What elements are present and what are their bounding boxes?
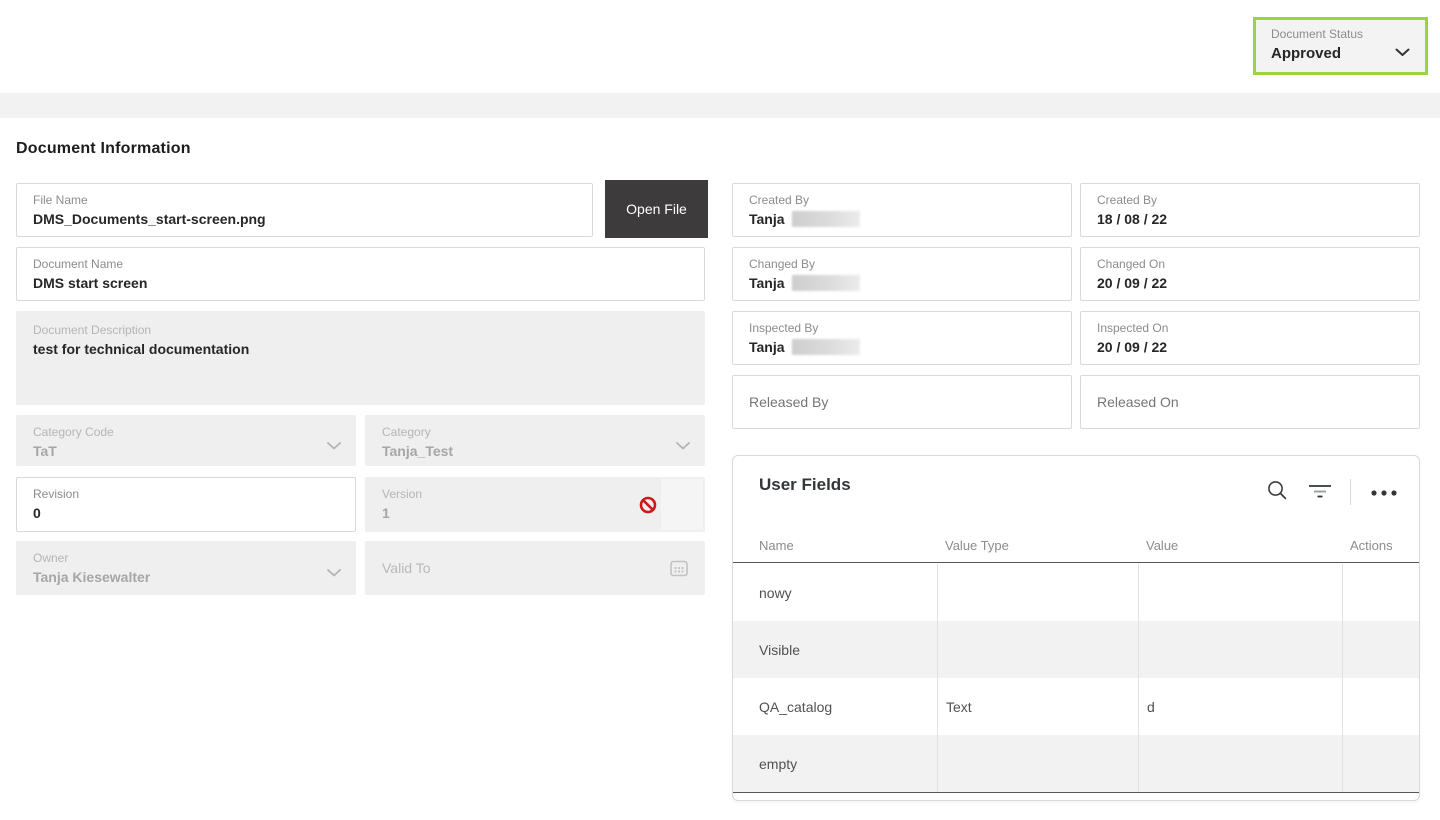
changed-on-label: Changed On [1097,257,1403,271]
category-code-select: Category Code TaT [16,415,356,466]
search-button[interactable] [1265,478,1290,506]
valid-to-datepicker: Valid To [365,541,705,595]
document-status-value: Approved [1271,45,1411,62]
chevron-down-icon [327,564,341,582]
document-description-field[interactable]: Document Description test for technical … [16,311,705,405]
owner-select: Owner Tanja Kiesewalter [16,541,356,595]
filter-icon [1308,483,1332,502]
released-on-field: Released On [1080,375,1420,429]
cell-value [1138,621,1342,678]
inspected-on-value: 20 / 09 / 22 [1097,339,1403,355]
owner-label: Owner [33,551,339,565]
chevron-down-icon [1395,44,1410,62]
created-on-value: 18 / 08 / 22 [1097,211,1403,227]
toolbar-divider [1350,479,1351,505]
cell-value: d [1138,678,1342,735]
table-row[interactable]: empty [733,735,1419,792]
category-label: Category [382,425,688,439]
user-fields-toolbar [1265,478,1401,506]
table-row[interactable]: Visible [733,621,1419,678]
created-on-label: Created By [1097,193,1403,207]
changed-on-field: Changed On 20 / 09 / 22 [1080,247,1420,301]
inspected-on-label: Inspected On [1097,321,1403,335]
created-by-field: Created By Tanja [732,183,1072,237]
filter-button[interactable] [1306,481,1334,504]
user-fields-table-header: Name Value Type Value Actions [733,529,1419,563]
cell-actions [1342,735,1419,792]
document-name-field[interactable]: Document Name DMS start screen [16,247,705,301]
cell-name: nowy [733,564,937,621]
released-by-label: Released By [749,394,828,410]
changed-by-value: Tanja [749,275,785,291]
inspected-by-field: Inspected By Tanja [732,311,1072,365]
table-row[interactable]: nowy [733,564,1419,621]
toolbar-band [0,93,1440,118]
changed-by-field: Changed By Tanja [732,247,1072,301]
inspected-by-value: Tanja [749,339,785,355]
file-name-field[interactable]: File Name DMS_Documents_start-screen.png [16,183,593,237]
cell-value [1138,735,1342,792]
revision-field[interactable]: Revision 0 [16,477,356,532]
user-fields-table-body: nowy Visible QA_catalog Text d empty [733,564,1419,792]
column-header-value: Value [1138,538,1342,553]
created-by-label: Created By [749,193,1055,207]
inspected-on-field: Inspected On 20 / 09 / 22 [1080,311,1420,365]
version-field: Version 1 [365,477,705,532]
inspected-by-label: Inspected By [749,321,1055,335]
category-select: Category Tanja_Test [365,415,705,466]
redacted-name [792,275,860,291]
redacted-name [792,339,860,355]
category-value: Tanja_Test [382,443,688,459]
revision-label: Revision [33,487,339,501]
created-on-field: Created By 18 / 08 / 22 [1080,183,1420,237]
page-title: Document Information [16,140,191,158]
released-on-label: Released On [1097,394,1179,410]
search-icon [1267,480,1288,504]
table-row[interactable]: QA_catalog Text d [733,678,1419,735]
cell-actions [1342,564,1419,621]
changed-by-label: Changed By [749,257,1055,271]
cell-name: empty [733,735,937,792]
cell-value-type [937,564,1138,621]
overflow-icon [1369,485,1399,500]
blocked-icon [639,496,657,519]
cell-value-type [937,621,1138,678]
table-bottom-divider [733,792,1419,793]
document-name-value: DMS start screen [33,275,688,291]
created-by-value: Tanja [749,211,785,227]
document-status-label: Document Status [1271,27,1411,41]
cell-name: QA_catalog [733,678,937,735]
open-file-button[interactable]: Open File [605,180,708,238]
owner-value: Tanja Kiesewalter [33,569,339,585]
column-header-actions: Actions [1342,538,1419,553]
cell-name: Visible [733,621,937,678]
cell-value-type: Text [937,678,1138,735]
column-header-value-type: Value Type [937,538,1138,553]
changed-on-value: 20 / 09 / 22 [1097,275,1403,291]
released-by-field: Released By [732,375,1072,429]
valid-to-label: Valid To [382,560,431,576]
cell-value [1138,564,1342,621]
chevron-down-icon [676,437,690,455]
revision-value: 0 [33,505,339,521]
cell-actions [1342,678,1419,735]
document-description-label: Document Description [33,323,688,337]
redacted-name [792,211,860,227]
overflow-menu-button[interactable] [1367,483,1401,502]
category-code-label: Category Code [33,425,339,439]
user-fields-title: User Fields [759,475,851,495]
cell-value-type [937,735,1138,792]
file-name-label: File Name [33,193,576,207]
column-header-name: Name [733,538,937,553]
chevron-down-icon [327,437,341,455]
cell-actions [1342,621,1419,678]
calendar-icon [668,557,690,584]
version-valuehelp-strip [661,479,703,530]
document-name-label: Document Name [33,257,688,271]
category-code-value: TaT [33,443,339,459]
document-description-value: test for technical documentation [33,341,688,357]
document-status-dropdown[interactable]: Document Status Approved [1253,17,1428,75]
file-name-value: DMS_Documents_start-screen.png [33,211,576,227]
user-fields-panel: User Fields [732,455,1420,801]
